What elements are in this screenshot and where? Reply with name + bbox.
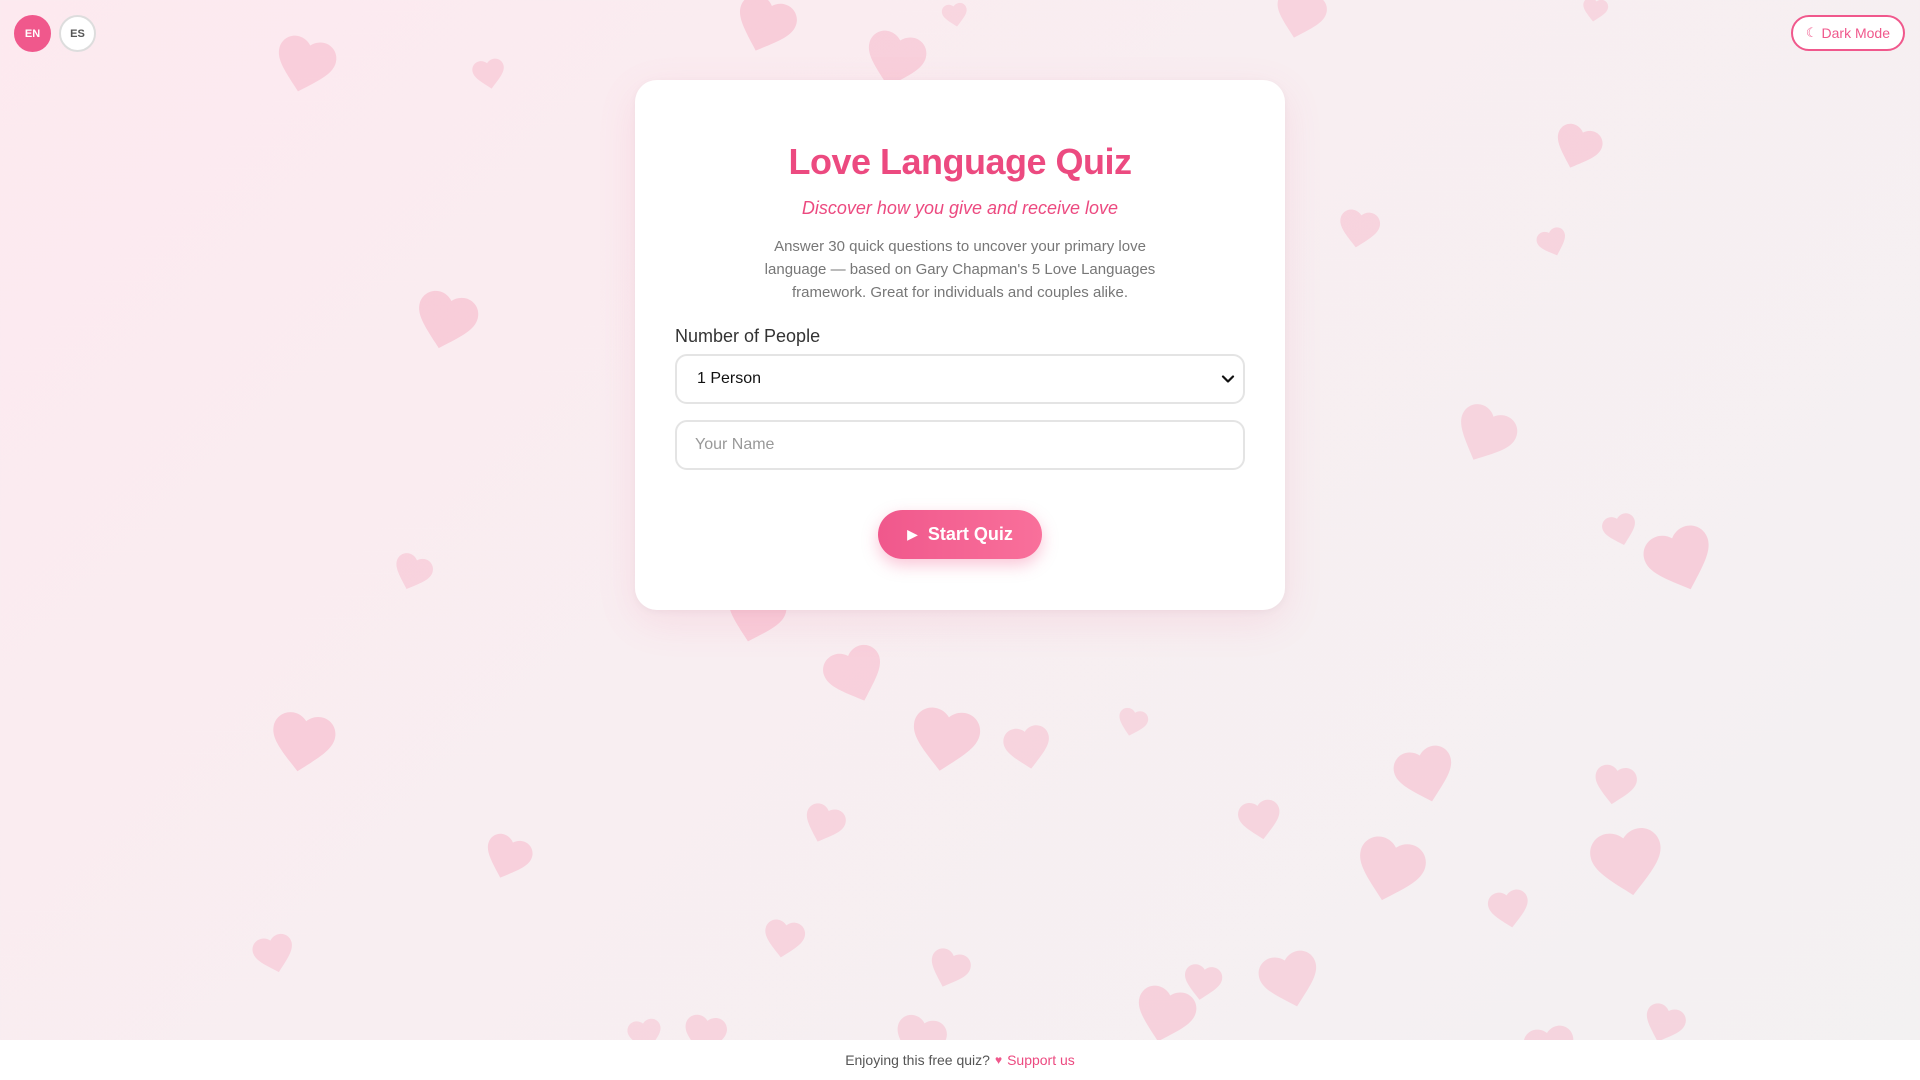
quiz-card: Love Language Quiz Discover how you give… [635,80,1285,610]
moon-icon: ☾ [1805,25,1818,40]
footer: Enjoying this free quiz? ♥ Support us [0,1040,1920,1080]
name-input[interactable] [675,419,1245,470]
quiz-description: Answer 30 quick questions to uncover you… [764,237,1156,301]
footer-text: Enjoying this free quiz? [845,1052,990,1068]
decor-heart-icon [1578,0,1613,27]
decor-heart-icon [1481,881,1537,937]
decor-heart-icon [472,822,542,892]
decor-heart-icon [1438,388,1531,481]
decor-heart-icon [918,938,980,1000]
page-title: Love Language Quiz [788,141,1132,182]
decor-heart-icon [402,277,490,365]
decor-heart-icon [720,0,810,70]
dark-mode-label: Dark Mode [1821,25,1890,41]
decor-heart-icon [810,630,900,720]
decor-heart-icon [1111,701,1154,744]
decor-heart-icon [996,716,1060,780]
support-link[interactable]: Support us [1007,1052,1075,1068]
decor-heart-icon [938,0,973,32]
decor-heart-icon [1629,509,1732,612]
people-count-select[interactable]: 1 Person [675,353,1245,404]
decor-heart-icon [467,52,511,96]
heart-icon: ♥ [994,1053,1003,1067]
chevron-down-icon [1221,372,1235,386]
decor-heart-icon [1382,732,1468,818]
dark-mode-toggle[interactable]: ☾ Dark Mode [1790,15,1905,51]
lang-en-button[interactable]: EN [14,15,51,52]
decor-heart-icon [384,544,442,602]
decor-heart-icon [1263,0,1336,52]
page-subtitle: Discover how you give and receive love [801,197,1119,218]
decor-heart-icon [1530,220,1575,265]
decor-heart-icon [1341,821,1439,919]
decor-heart-icon [1578,813,1676,911]
start-quiz-button[interactable]: ▶ Start Quiz [878,509,1042,559]
decor-heart-icon [245,925,304,984]
decor-heart-icon [1542,112,1612,182]
decor-heart-icon [262,22,348,108]
decor-heart-icon [793,793,855,855]
decor-heart-icon [1176,956,1228,1008]
language-switcher: EN ES [14,15,96,52]
start-quiz-label: Start Quiz [927,523,1013,544]
decor-heart-icon [899,694,992,787]
play-icon: ▶ [907,525,918,542]
decor-heart-icon [1331,201,1387,257]
decor-heart-icon [1231,791,1289,849]
lang-es-button[interactable]: ES [59,15,96,52]
decor-heart-icon [1247,937,1333,1023]
people-count-label: Number of People [675,325,821,346]
decor-heart-icon [259,699,346,786]
decor-heart-icon [1586,756,1644,814]
decor-heart-icon [756,911,812,967]
people-count-value: 1 Person [697,369,762,387]
decor-heart-icon [1596,506,1645,555]
